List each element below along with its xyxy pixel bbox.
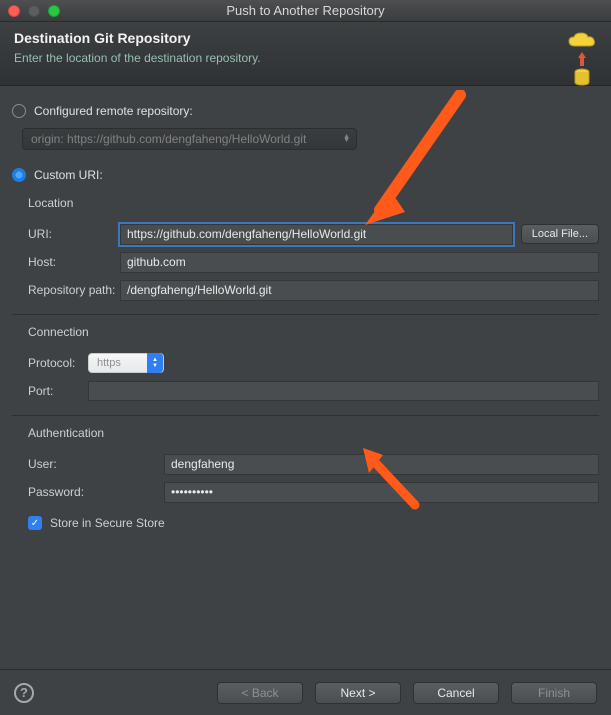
window-controls <box>8 5 60 17</box>
header-title: Destination Git Repository <box>14 30 261 46</box>
radio-configured-remote[interactable] <box>12 104 26 118</box>
header-graphic <box>567 30 597 86</box>
finish-button: Finish <box>511 682 597 704</box>
back-button: < Back <box>217 682 303 704</box>
uri-input[interactable] <box>120 224 513 245</box>
protocol-select[interactable]: https ▲▼ <box>88 353 164 373</box>
maximize-window-icon[interactable] <box>48 5 60 17</box>
custom-uri-label: Custom URI: <box>34 168 103 182</box>
arrow-up-icon <box>578 52 586 66</box>
store-secure-checkbox[interactable]: ✓ <box>28 516 42 530</box>
repo-path-label: Repository path: <box>28 283 120 297</box>
configured-remote-value: origin: https://github.com/dengfaheng/He… <box>31 132 306 146</box>
configured-remote-label: Configured remote repository: <box>34 104 193 118</box>
port-input[interactable] <box>88 381 599 401</box>
radio-custom-uri[interactable] <box>12 168 26 182</box>
repo-path-input[interactable] <box>120 280 599 301</box>
password-label: Password: <box>28 485 164 499</box>
host-input[interactable] <box>120 252 599 273</box>
host-label: Host: <box>28 255 120 269</box>
auth-group-label: Authentication <box>28 426 595 440</box>
dialog-footer: ? < Back Next > Cancel Finish <box>0 669 611 715</box>
port-label: Port: <box>28 384 88 398</box>
dialog-header: Destination Git Repository Enter the loc… <box>0 22 611 86</box>
next-button[interactable]: Next > <box>315 682 401 704</box>
dropdown-arrows-icon: ▲▼ <box>343 135 350 143</box>
window-title: Push to Another Repository <box>226 3 384 18</box>
user-label: User: <box>28 457 164 471</box>
configured-remote-dropdown: origin: https://github.com/dengfaheng/He… <box>22 128 357 150</box>
local-file-button[interactable]: Local File... <box>521 224 599 244</box>
protocol-value: https <box>97 357 121 369</box>
location-group-label: Location <box>28 196 595 210</box>
connection-group-label: Connection <box>28 325 595 339</box>
titlebar: Push to Another Repository <box>0 0 611 22</box>
select-arrows-icon: ▲▼ <box>147 353 163 373</box>
cloud-icon <box>567 32 597 50</box>
help-icon[interactable]: ? <box>14 683 34 703</box>
minimize-window-icon <box>28 5 40 17</box>
user-input[interactable] <box>164 454 599 475</box>
uri-label: URI: <box>28 227 120 241</box>
repository-cylinder-icon <box>573 68 591 86</box>
cancel-button[interactable]: Cancel <box>413 682 499 704</box>
password-input[interactable] <box>164 482 599 503</box>
header-subtitle: Enter the location of the destination re… <box>14 51 261 65</box>
store-secure-label: Store in Secure Store <box>50 516 165 530</box>
close-window-icon[interactable] <box>8 5 20 17</box>
protocol-label: Protocol: <box>28 356 88 370</box>
